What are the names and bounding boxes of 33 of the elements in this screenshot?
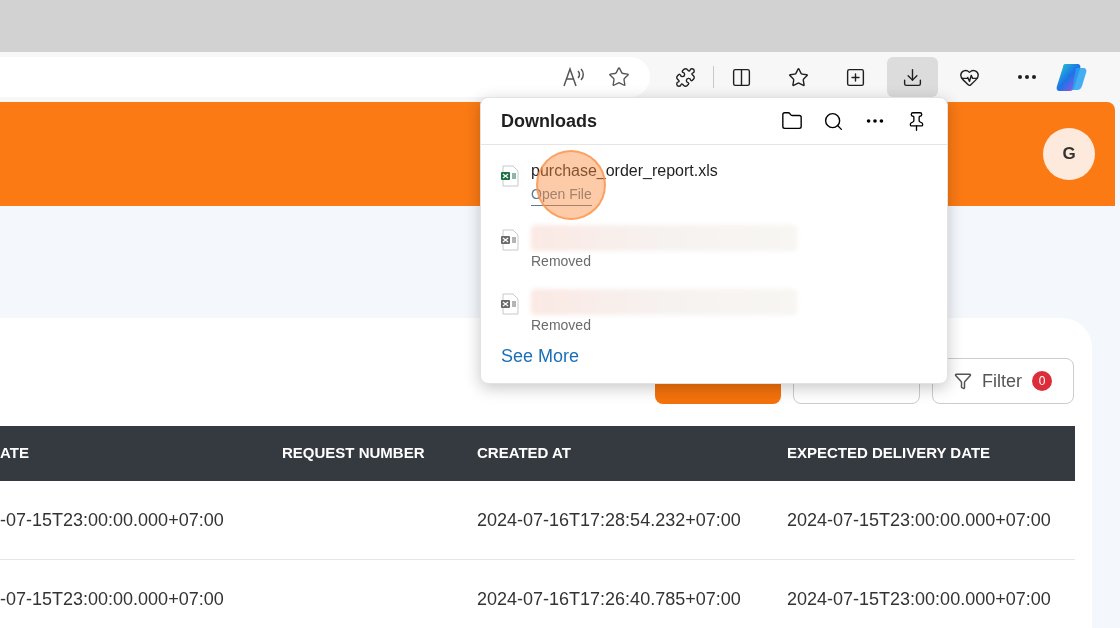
removed-status: Removed [531,316,592,335]
filter-count-badge: 0 [1032,371,1052,391]
table-cell-text: 2024-07-15T23:00:00.000+07:00 [787,587,1052,611]
star-icon [788,66,809,88]
filter-button[interactable]: Filter 0 [932,358,1074,404]
copilot-icon[interactable] [1056,62,1088,92]
table-cell-text: -07-15T23:00:00.000+07:00 [0,587,225,611]
split-screen-icon [731,66,752,88]
table-cell-text: 2024-07-15T23:00:00.000+07:00 [787,508,1052,532]
puzzle-icon [675,66,696,88]
table-cell-text: 2024-07-16T17:28:54.232+07:00 [477,508,742,532]
downloads-button[interactable] [887,57,938,97]
column-header: CREATED AT [477,443,572,464]
panel-title: Downloads [501,109,597,133]
table-cell-text: -07-15T23:00:00.000+07:00 [0,508,225,532]
removed-status: Removed [531,252,592,271]
column-header: ATE [0,443,30,464]
column-header: EXPECTED DELIVERY DATE [787,443,992,464]
download-icon [902,66,923,88]
favorite-star-icon[interactable] [608,66,630,88]
spreadsheet-file-icon [501,165,519,187]
plus-square-icon [845,66,866,88]
table-cell-text: 2024-07-16T17:26:40.785+07:00 [477,587,742,611]
column-header: REQUEST NUMBER [282,443,426,464]
more-icon [1017,75,1036,79]
filter-icon [954,372,972,390]
user-avatar[interactable]: G [1043,128,1095,180]
spreadsheet-file-icon [501,229,519,251]
folder-icon[interactable] [781,110,803,132]
search-icon[interactable] [823,110,844,132]
read-aloud-icon[interactable] [562,66,586,88]
spreadsheet-file-icon [501,293,519,315]
download-item[interactable]: Removed [481,221,947,285]
